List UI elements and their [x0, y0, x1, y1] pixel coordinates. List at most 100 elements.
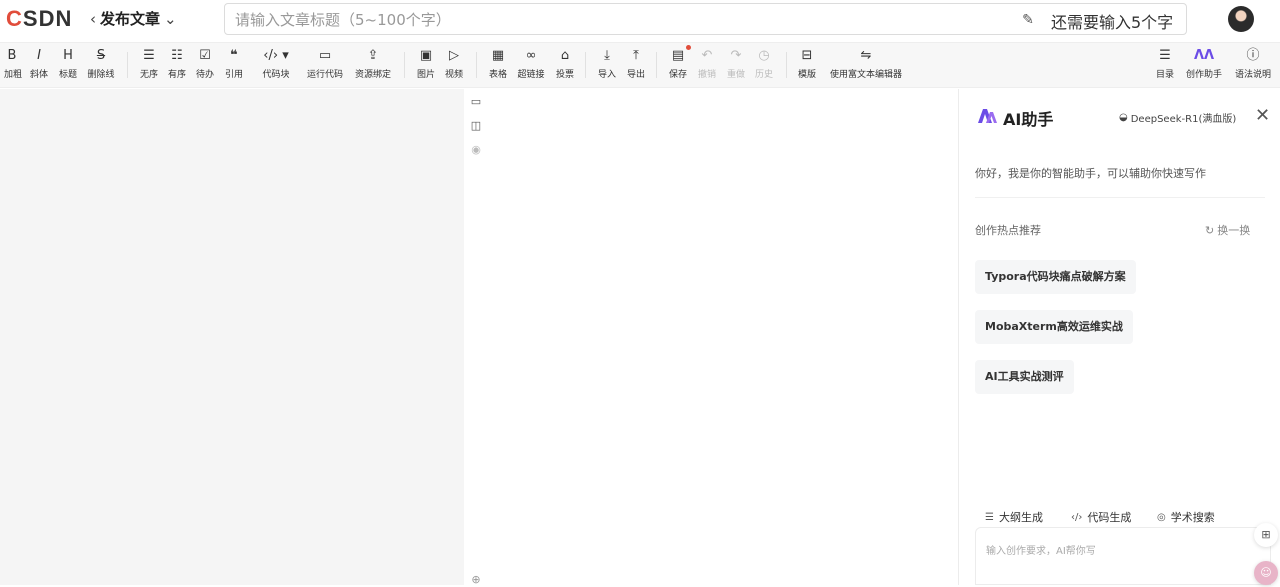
refresh-topics-button[interactable]: ↻ 换一换	[1205, 222, 1250, 238]
terminal-icon: ▭	[318, 48, 332, 63]
history-button[interactable]: ◷ 历史	[752, 47, 776, 80]
divider	[975, 197, 1265, 198]
toolbar-divider	[585, 52, 586, 78]
ai-logo-icon	[978, 109, 997, 123]
code-block-button[interactable]: ‹/› ▾ 代码块	[258, 47, 294, 80]
hot-topic-chip[interactable]: MobaXterm高效运维实战	[975, 310, 1133, 344]
vote-box-icon: ⌂	[560, 48, 570, 63]
title-box: ✎ 还需要输入5个字	[224, 3, 1187, 35]
help-icon: ⓘ	[1246, 48, 1260, 63]
code-generate-button[interactable]: ‹/› 代码生成	[1071, 509, 1131, 525]
syntax-help-button[interactable]: ⓘ 语法说明	[1231, 47, 1275, 80]
csdn-logo[interactable]: CSDN	[6, 6, 72, 32]
toolbar-divider	[786, 52, 787, 78]
heading-button[interactable]: H 标题	[56, 47, 80, 80]
quote-button[interactable]: ❝ 引用	[222, 47, 246, 80]
assistant-greeting: 你好，我是你的智能助手，可以辅助你快速写作	[975, 167, 1206, 180]
italic-button[interactable]: I 斜体	[28, 47, 50, 80]
upload-folder-icon: ⇪	[367, 48, 379, 63]
link-icon: ∞	[525, 48, 537, 63]
redo-icon: ↷	[730, 48, 742, 63]
toc-button[interactable]: ☰ 目录	[1153, 47, 1177, 80]
strikethrough-icon: S	[96, 48, 106, 63]
unsaved-dot-icon	[686, 45, 691, 50]
undo-button[interactable]: ↶ 撤销	[695, 47, 719, 80]
template-icon: ⊟	[801, 48, 813, 63]
eye-icon[interactable]: ◉	[469, 143, 483, 157]
italic-icon: I	[37, 48, 41, 63]
run-code-button[interactable]: ▭ 运行代码	[304, 47, 346, 80]
upload-icon: ⤒	[633, 48, 639, 63]
ai-prompt-input[interactable]	[986, 542, 1246, 560]
qr-code-icon[interactable]: ⊞	[1254, 523, 1278, 547]
creative-assistant-button[interactable]: ΛΛ 创作助手	[1182, 47, 1226, 80]
strikethrough-button[interactable]: S 删除线	[84, 47, 118, 80]
image-icon: ▣	[419, 48, 433, 63]
import-button[interactable]: ⤓ 导入	[595, 47, 619, 80]
ai-panel-title: AI助手	[1003, 110, 1054, 129]
download-icon: ⤓	[604, 48, 610, 63]
single-column-icon[interactable]: ▭	[469, 95, 483, 109]
hot-topic-chip[interactable]: AI工具实战测评	[975, 360, 1074, 394]
ordered-list-button[interactable]: ☷ 有序	[166, 47, 188, 80]
table-button[interactable]: ▦ 表格	[486, 47, 510, 80]
publish-article-dropdown[interactable]: ‹ 发布文章 ⌄	[90, 8, 177, 29]
editor-toolbar: B 加粗 I 斜体 H 标题 S 删除线 ☰ 无序 ☷ 有序 ☑ 待办 ❝ 引用…	[0, 42, 1280, 88]
bold-button[interactable]: B 加粗	[4, 47, 22, 80]
heading-icon: H	[63, 48, 73, 63]
model-selector[interactable]: ◒ DeepSeek-R1(满血版)	[1119, 110, 1236, 125]
toolbar-divider	[656, 52, 657, 78]
save-button[interactable]: ▤ 保存	[666, 47, 690, 80]
ai-logo-icon: ΛΛ	[1193, 48, 1215, 63]
template-button[interactable]: ⊟ 模版	[795, 47, 819, 80]
ai-prompt-box	[975, 527, 1271, 585]
magic-wand-icon[interactable]: ✎	[1018, 10, 1038, 30]
video-button[interactable]: ▷ 视频	[442, 47, 466, 80]
toolbar-divider	[404, 52, 405, 78]
preview-pane	[488, 89, 958, 585]
undo-icon: ↶	[701, 48, 713, 63]
split-view-icon[interactable]: ◫	[469, 119, 483, 133]
list-icon: ☰	[985, 511, 994, 523]
vote-button[interactable]: ⌂ 投票	[553, 47, 577, 80]
chevron-down-icon: ⌄	[164, 9, 177, 28]
header: CSDN ‹ 发布文章 ⌄ ✎ 还需要输入5个字	[0, 0, 1280, 40]
toc-icon: ☰	[1159, 48, 1171, 63]
chevron-left-icon: ‹	[90, 9, 96, 28]
todo-list-icon: ☑	[199, 48, 211, 63]
image-button[interactable]: ▣ 图片	[414, 47, 438, 80]
close-icon[interactable]: ✕	[1255, 105, 1270, 126]
mascot-icon[interactable]: ☺	[1254, 561, 1278, 585]
hot-topics-title: 创作热点推荐	[975, 224, 1041, 237]
todo-list-button[interactable]: ☑ 待办	[194, 47, 216, 80]
unordered-list-icon: ☰	[143, 48, 155, 63]
toolbar-divider	[476, 52, 477, 78]
code-icon: ‹/› ▾	[263, 48, 289, 63]
export-button[interactable]: ⤒ 导出	[624, 47, 648, 80]
model-name: DeepSeek-R1(满血版)	[1130, 114, 1237, 125]
refresh-icon: ↻	[1205, 223, 1215, 237]
view-mode-gutter: ▭ ◫ ◉ ⊕	[464, 89, 488, 586]
hyperlink-button[interactable]: ∞ 超链接	[515, 47, 547, 80]
academic-search-button[interactable]: ◎ 学术搜索	[1157, 509, 1215, 525]
resource-binding-button[interactable]: ⇪ 资源绑定	[352, 47, 394, 80]
ai-assistant-panel: AI助手 ◒ DeepSeek-R1(满血版) ✕ 你好，我是你的智能助手，可以…	[958, 89, 1280, 585]
rich-text-editor-button[interactable]: ⇋ 使用富文本编辑器	[824, 47, 908, 80]
outline-generate-button[interactable]: ☰ 大纲生成	[985, 509, 1043, 525]
markdown-editor-pane[interactable]	[0, 89, 464, 585]
avatar[interactable]	[1228, 6, 1254, 32]
unordered-list-button[interactable]: ☰ 无序	[138, 47, 160, 80]
search-icon: ◎	[1157, 511, 1166, 523]
remaining-count: 还需要输入5个字	[1051, 13, 1174, 32]
ordered-list-icon: ☷	[171, 48, 183, 63]
publish-article-label: 发布文章	[100, 10, 161, 28]
redo-button[interactable]: ↷ 重做	[724, 47, 748, 80]
history-icon: ◷	[758, 48, 770, 63]
quote-icon: ❝	[230, 48, 238, 63]
toolbar-divider	[127, 52, 128, 78]
article-title-input[interactable]	[235, 10, 1005, 30]
switch-icon: ⇋	[860, 48, 872, 63]
video-icon: ▷	[449, 48, 459, 63]
hot-topic-chip[interactable]: Typora代码块痛点破解方案	[975, 260, 1136, 294]
whale-icon: ◒	[1119, 112, 1128, 123]
